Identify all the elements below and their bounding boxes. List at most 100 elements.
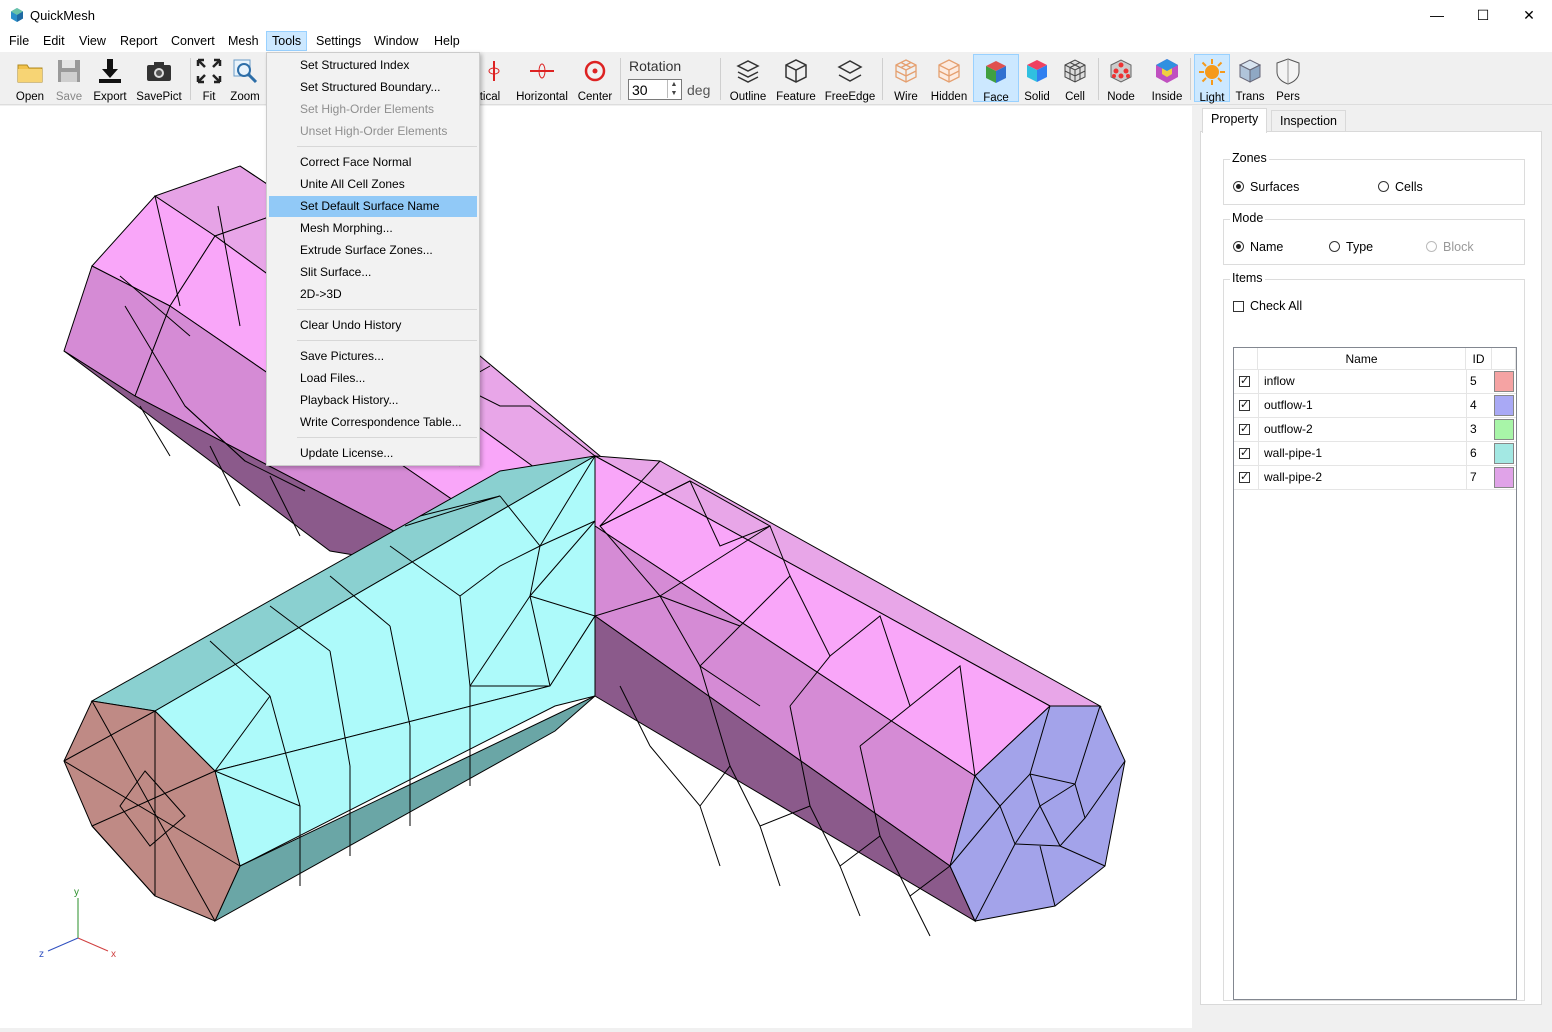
- row-checkbox[interactable]: [1239, 374, 1250, 387]
- outline-button[interactable]: Outline: [728, 54, 768, 103]
- menu-unset-high-order: Unset High-Order Elements: [300, 124, 448, 138]
- rotation-spinbox[interactable]: 30 ▲ ▼: [628, 79, 682, 100]
- freeedge-button[interactable]: FreeEdge: [824, 54, 876, 103]
- cell-button[interactable]: Cell: [1058, 54, 1092, 103]
- radio-dot: [1378, 181, 1389, 192]
- hidden-button[interactable]: Hidden: [928, 54, 970, 103]
- light-button[interactable]: Light: [1194, 54, 1230, 104]
- 3d-viewport[interactable]: y x z: [0, 106, 1192, 1028]
- table-row[interactable]: wall-pipe-1 6: [1234, 442, 1516, 466]
- row-checkbox[interactable]: [1239, 470, 1250, 483]
- row-id: 3: [1470, 422, 1477, 436]
- menu-save-pictures[interactable]: Save Pictures...: [269, 346, 477, 367]
- menu-set-structured-boundary[interactable]: Set Structured Boundary...: [269, 77, 477, 98]
- menu-2d-to-3d[interactable]: 2D->3D: [269, 284, 477, 305]
- maximize-button[interactable]: ☐: [1460, 0, 1506, 30]
- horizontal-button[interactable]: Horizontal: [515, 54, 569, 103]
- wire-button[interactable]: Wire: [888, 54, 924, 103]
- pers-shield-icon: [1276, 58, 1300, 85]
- items-table: Name ID inflow 5 outflow-1 4: [1233, 347, 1517, 1000]
- feature-button[interactable]: Feature: [774, 54, 818, 103]
- pers-button[interactable]: Pers: [1270, 54, 1306, 103]
- export-label: Export: [93, 91, 127, 103]
- menu-window[interactable]: Window: [369, 32, 423, 50]
- menu-set-structured-index[interactable]: Set Structured Index: [269, 55, 477, 76]
- row-color-swatch[interactable]: [1494, 395, 1514, 416]
- node-button[interactable]: Node: [1104, 54, 1138, 103]
- tab-inspection[interactable]: Inspection: [1271, 110, 1346, 131]
- close-button[interactable]: ✕: [1506, 0, 1552, 30]
- zoom-button[interactable]: Zoom: [228, 54, 262, 103]
- menu-clear-undo-history[interactable]: Clear Undo History: [269, 315, 477, 336]
- center-label: Center: [577, 91, 613, 103]
- menu-set-default-surface-name[interactable]: Set Default Surface Name: [269, 196, 477, 217]
- menu-load-files[interactable]: Load Files...: [269, 368, 477, 389]
- check-all-checkbox[interactable]: [1233, 301, 1244, 312]
- axis-triad: [47, 898, 109, 952]
- table-row[interactable]: outflow-1 4: [1234, 394, 1516, 418]
- row-color-swatch[interactable]: [1494, 419, 1514, 440]
- save-button[interactable]: Save: [50, 54, 88, 103]
- row-color-swatch[interactable]: [1494, 443, 1514, 464]
- radio-type-label: Type: [1346, 240, 1374, 254]
- axis-y-label: y: [74, 887, 79, 898]
- hidden-cube-icon: [938, 59, 960, 83]
- spin-down-icon[interactable]: ▼: [667, 89, 680, 98]
- menu-update-license[interactable]: Update License...: [269, 443, 477, 464]
- table-header-id[interactable]: ID: [1466, 348, 1492, 370]
- inside-button[interactable]: Inside: [1146, 54, 1188, 103]
- table-row[interactable]: inflow 5: [1234, 370, 1516, 394]
- radio-dot: [1233, 241, 1244, 252]
- tab-property[interactable]: Property: [1202, 108, 1268, 133]
- menu-mesh-morphing[interactable]: Mesh Morphing...: [269, 218, 477, 239]
- menu-file[interactable]: File: [4, 32, 34, 50]
- menu-playback-history[interactable]: Playback History...: [269, 390, 477, 411]
- solid-button[interactable]: Solid: [1020, 54, 1054, 103]
- face-button[interactable]: Face: [973, 54, 1019, 104]
- zoom-icon: [233, 59, 258, 84]
- menu-slit-surface[interactable]: Slit Surface...: [269, 262, 477, 283]
- menu-tools[interactable]: Tools: [266, 31, 308, 51]
- row-color-swatch[interactable]: [1494, 371, 1514, 392]
- export-button[interactable]: Export: [90, 54, 130, 103]
- table-row[interactable]: wall-pipe-2 7: [1234, 466, 1516, 490]
- table-row[interactable]: outflow-2 3: [1234, 418, 1516, 442]
- menu-mesh[interactable]: Mesh: [223, 32, 264, 50]
- open-button[interactable]: Open: [10, 54, 50, 103]
- open-label: Open: [15, 91, 45, 103]
- trans-button[interactable]: Trans: [1232, 54, 1268, 103]
- menu-convert[interactable]: Convert: [166, 32, 220, 50]
- menu-edit[interactable]: Edit: [38, 32, 70, 50]
- table-header-name[interactable]: Name: [1258, 348, 1466, 370]
- minimize-button[interactable]: —: [1414, 0, 1460, 30]
- menu-separator: [297, 146, 477, 147]
- row-color-swatch[interactable]: [1494, 467, 1514, 488]
- row-checkbox[interactable]: [1239, 398, 1250, 411]
- row-checkbox[interactable]: [1239, 422, 1250, 435]
- freeedge-icon: [837, 60, 863, 82]
- table-header-check: [1234, 348, 1258, 370]
- col-divider: [1258, 418, 1259, 442]
- title-bar: QuickMesh — ☐ ✕: [0, 0, 1552, 30]
- menu-correct-face-normal[interactable]: Correct Face Normal: [269, 152, 477, 173]
- menu-report[interactable]: Report: [115, 32, 163, 50]
- menu-view[interactable]: View: [74, 32, 111, 50]
- menu-unite-cell-zones[interactable]: Unite All Cell Zones: [269, 174, 477, 195]
- hidden-label: Hidden: [930, 91, 968, 103]
- menu-settings[interactable]: Settings: [311, 32, 366, 50]
- radio-name-label: Name: [1250, 240, 1284, 254]
- fit-button[interactable]: Fit: [194, 54, 224, 103]
- property-panel: Property Inspection Zones Surfaces Cells…: [1198, 106, 1548, 1028]
- radio-cells-label: Cells: [1395, 180, 1423, 194]
- row-checkbox[interactable]: [1239, 446, 1250, 459]
- menu-extrude-surface-zones[interactable]: Extrude Surface Zones...: [269, 240, 477, 261]
- toolbar-separator: [1190, 58, 1191, 100]
- center-button[interactable]: Center: [575, 54, 615, 103]
- savepict-button[interactable]: SavePict: [136, 54, 182, 103]
- spin-up-icon[interactable]: ▲: [667, 80, 680, 89]
- menu-write-correspondence-table[interactable]: Write Correspondence Table...: [269, 412, 477, 433]
- center-icon: [584, 60, 606, 82]
- camera-icon: [147, 62, 171, 81]
- menu-help[interactable]: Help: [429, 32, 465, 50]
- toolbar: Open Save Export SavePict Fit Zoom rtica…: [0, 52, 1552, 105]
